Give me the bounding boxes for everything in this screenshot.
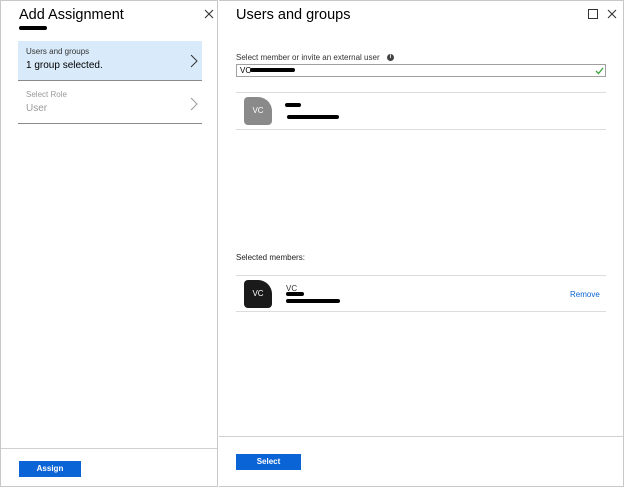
nav-item-users-and-groups[interactable]: Users and groups 1 group selected.: [18, 41, 202, 81]
avatar: VC: [244, 97, 272, 125]
avatar: VC: [244, 280, 272, 308]
close-icon[interactable]: [606, 8, 618, 20]
assign-button[interactable]: Assign: [19, 461, 81, 477]
footer-divider: [219, 436, 623, 437]
redacted-member-name: [286, 292, 304, 296]
blade-title: Users and groups: [236, 7, 351, 23]
nav-item-label: Select Role: [26, 90, 67, 99]
selected-members-label: Selected members:: [236, 253, 305, 262]
nav-item-value: User: [26, 103, 48, 114]
redacted-result-detail: [287, 115, 339, 119]
add-assignment-blade: Add Assignment Users and groups 1 group …: [0, 0, 218, 487]
selected-divider-bottom: [236, 311, 606, 312]
checkmark-icon: [595, 67, 604, 75]
info-icon[interactable]: i: [387, 54, 394, 61]
chevron-right-icon: [190, 54, 198, 68]
select-button[interactable]: Select: [236, 454, 301, 470]
blade-title: Add Assignment: [19, 7, 124, 23]
remove-member-link[interactable]: Remove: [570, 290, 600, 299]
redacted-search-text: [250, 68, 295, 72]
search-field-label: Select member or invite an external user: [236, 53, 380, 62]
users-and-groups-blade: Users and groups Select member or invite…: [219, 0, 624, 487]
footer-divider: [1, 448, 217, 449]
nav-item-label: Users and groups: [26, 47, 90, 56]
close-icon[interactable]: [203, 8, 215, 20]
redacted-member-detail: [286, 299, 340, 303]
selected-member-item: VC VC: [236, 276, 606, 311]
result-divider-bottom: [236, 129, 606, 130]
nav-item-select-role[interactable]: Select Role User: [18, 84, 202, 124]
redacted-subtitle: [19, 26, 47, 30]
maximize-icon[interactable]: [587, 8, 599, 20]
search-result-item[interactable]: VC: [236, 93, 606, 129]
nav-item-value: 1 group selected.: [26, 60, 103, 71]
chevron-right-icon: [190, 97, 198, 111]
redacted-result-name: [285, 103, 301, 107]
